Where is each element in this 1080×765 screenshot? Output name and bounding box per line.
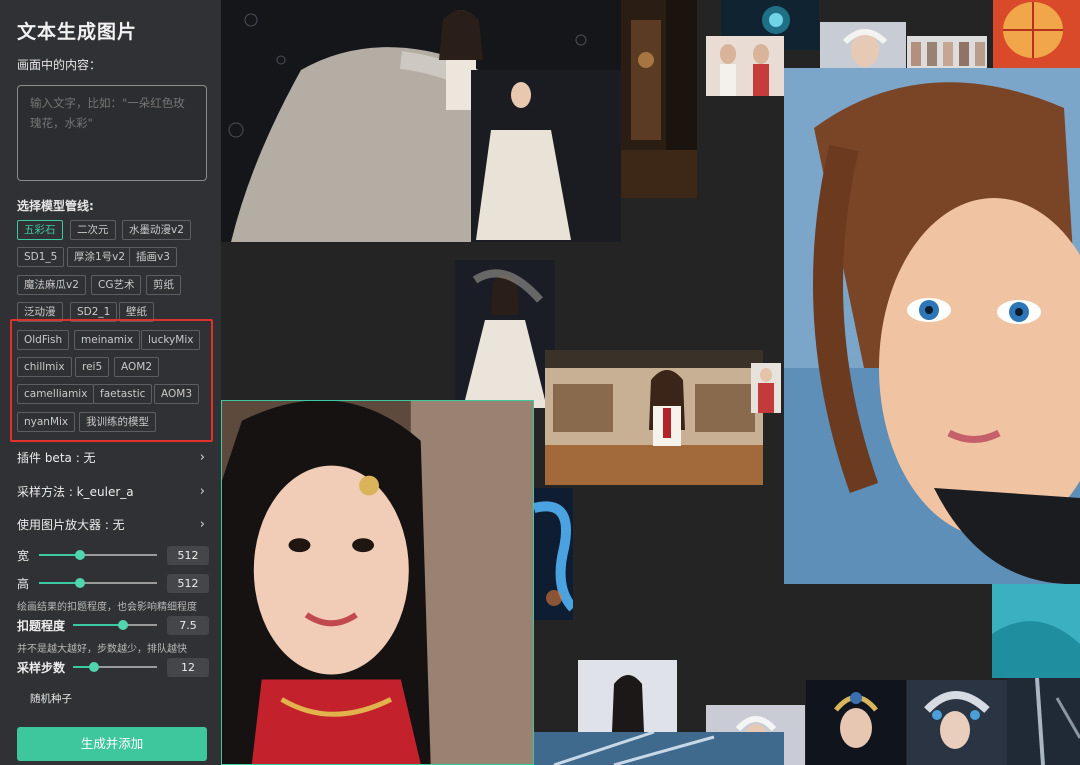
image-gallery (221, 0, 1080, 765)
steps-slider[interactable] (73, 662, 157, 672)
gallery-image[interactable] (534, 732, 784, 765)
chip-meinamix[interactable]: meinamix (74, 330, 141, 350)
sampler-label: 采样方法 : k_euler_a (17, 484, 134, 499)
chip-wucaishi[interactable]: 五彩石 (17, 220, 63, 240)
guidance-slider-row: 扣题程度 7.5 (17, 615, 209, 635)
width-slider[interactable] (39, 550, 157, 560)
guidance-label: 扣题程度 (17, 618, 66, 633)
plugin-label: 插件 beta : 无 (17, 450, 96, 465)
random-seed-toggle[interactable]: 随机种子 (30, 691, 72, 706)
chip-aom2[interactable]: AOM2 (114, 357, 160, 377)
chip-chillmix[interactable]: chillmix (17, 357, 72, 377)
upscaler-label: 使用图片放大器 : 无 (17, 517, 125, 532)
steps-hint: 并不是越大越好，步数越少，排队越快 (17, 644, 187, 655)
chip-bizhi[interactable]: 壁纸 (119, 302, 154, 322)
app-title: 文本生成图片 (17, 21, 138, 43)
gallery-image[interactable] (1007, 678, 1080, 765)
guidance-value[interactable]: 7.5 (167, 615, 209, 635)
gallery-image[interactable] (545, 350, 763, 485)
chip-luckymix[interactable]: luckyMix (141, 330, 201, 350)
guidance-hint: 绘画结果的扣题程度，也会影响精细程度 (17, 602, 197, 613)
chip-houtu-v2[interactable]: 厚涂1号v2 (67, 247, 133, 267)
chip-mofa-v2[interactable]: 魔法麻瓜v2 (17, 275, 86, 295)
chip-chahua-v3[interactable]: 插画v3 (129, 247, 177, 267)
chevron-right-icon: › (199, 449, 205, 465)
chip-faetastic[interactable]: faetastic (93, 384, 153, 404)
prompt-input[interactable] (17, 85, 207, 181)
slider-knob[interactable] (89, 662, 99, 672)
steps-value[interactable]: 12 (167, 657, 209, 677)
chip-aom3[interactable]: AOM3 (154, 384, 200, 404)
upscaler-selector[interactable]: 使用图片放大器 : 无 › (17, 514, 205, 534)
gallery-image[interactable] (455, 260, 555, 408)
chip-sd1-5[interactable]: SD1_5 (17, 247, 65, 267)
width-slider-row: 宽 512 (17, 545, 209, 565)
gallery-image[interactable] (806, 680, 906, 765)
chip-erciyuan[interactable]: 二次元 (70, 220, 116, 240)
gallery-image[interactable] (907, 36, 987, 68)
chip-jianzhi[interactable]: 剪纸 (146, 275, 181, 295)
prompt-label: 画面中的内容： (17, 58, 102, 72)
chevron-right-icon: › (199, 483, 205, 499)
generate-button[interactable]: 生成并添加 (17, 727, 207, 761)
gallery-image[interactable] (993, 0, 1080, 68)
width-label: 宽 (17, 548, 30, 563)
control-panel: 文本生成图片 画面中的内容： 选择模型管线: 五彩石 二次元 水墨动漫v2 SD… (0, 0, 221, 765)
chip-cg-art[interactable]: CG艺术 (91, 275, 142, 295)
sampler-selector[interactable]: 采样方法 : k_euler_a › (17, 481, 205, 501)
height-value[interactable]: 512 (167, 573, 209, 593)
guidance-slider[interactable] (73, 620, 157, 630)
plugin-selector[interactable]: 插件 beta : 无 › (17, 447, 205, 467)
chip-my-trained-model[interactable]: 我训练的模型 (79, 412, 156, 432)
slider-knob[interactable] (75, 550, 86, 560)
slider-knob[interactable] (118, 620, 129, 630)
chip-fan-dongman[interactable]: 泛动漫 (17, 302, 63, 322)
pipeline-label: 选择模型管线: (17, 199, 94, 213)
chip-camelliamix[interactable]: camelliamix (17, 384, 95, 404)
gallery-image[interactable] (751, 363, 781, 413)
chip-shuimo-v2[interactable]: 水墨动漫v2 (122, 220, 191, 240)
gallery-image[interactable] (706, 36, 784, 96)
gallery-image[interactable] (578, 660, 677, 732)
height-slider[interactable] (39, 578, 157, 588)
gallery-image[interactable] (621, 0, 697, 198)
chevron-right-icon: › (199, 516, 205, 532)
chip-oldfish[interactable]: OldFish (17, 330, 70, 350)
height-label: 高 (17, 576, 30, 591)
chip-rei5[interactable]: rei5 (75, 357, 110, 377)
height-slider-row: 高 512 (17, 573, 209, 593)
gallery-image[interactable] (907, 680, 1007, 765)
chip-sd2-1[interactable]: SD2_1 (70, 302, 118, 322)
width-value[interactable]: 512 (167, 545, 209, 565)
gallery-image[interactable] (820, 22, 906, 70)
gallery-image[interactable] (534, 488, 573, 620)
slider-knob[interactable] (75, 578, 86, 588)
steps-slider-row: 采样步数 12 (17, 657, 209, 677)
gallery-image[interactable] (221, 400, 534, 765)
gallery-image[interactable] (992, 584, 1080, 678)
steps-label: 采样步数 (17, 660, 66, 675)
chip-nyanmix[interactable]: nyanMix (17, 412, 76, 432)
gallery-image[interactable] (221, 0, 621, 242)
gallery-image[interactable] (784, 68, 1080, 584)
